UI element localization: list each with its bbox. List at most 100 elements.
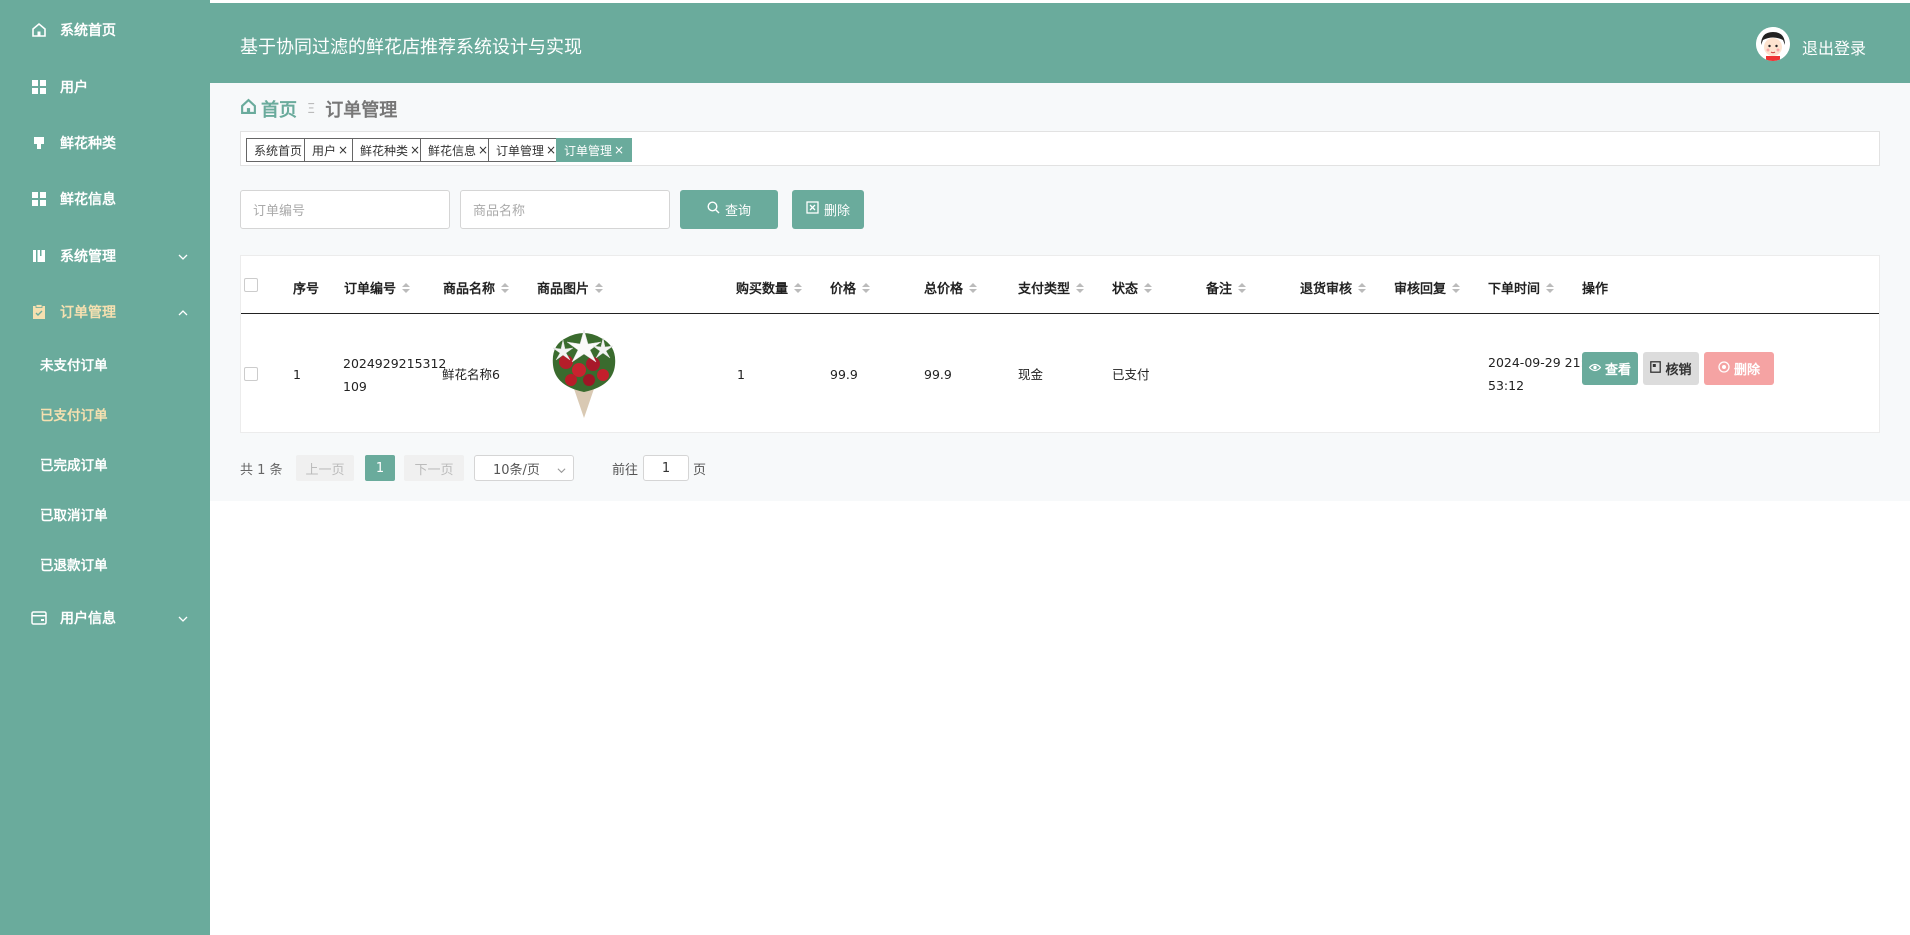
page-unit-label: 页	[693, 462, 707, 478]
sidebar-item-users[interactable]: 用户	[0, 67, 210, 107]
breadcrumb-home[interactable]: 首页	[240, 96, 297, 122]
query-button[interactable]: 查询	[680, 190, 778, 229]
tags-bar: 系统首页 用户 × 鲜花种类 × 鲜花信息 × 订单管理 × 订单管理 ×	[240, 131, 1880, 166]
chevron-down-icon	[178, 612, 188, 622]
sort-icon[interactable]	[1238, 282, 1247, 293]
chevron-up-icon	[178, 306, 188, 316]
tag-flower-category[interactable]: 鲜花种类 ×	[352, 138, 429, 162]
sort-icon[interactable]	[969, 282, 978, 293]
submenu-unpaid-orders[interactable]: 未支付订单	[0, 346, 210, 382]
chevron-down-icon	[557, 464, 566, 479]
column-header: 操作	[1582, 282, 1609, 297]
submenu-refunded-orders[interactable]: 已退款订单	[0, 546, 210, 582]
column-header[interactable]: 审核回复	[1394, 278, 1461, 297]
wallet-icon	[30, 609, 48, 627]
sort-icon[interactable]	[1076, 282, 1085, 293]
tag-order-management[interactable]: 订单管理 ×	[488, 138, 565, 162]
column-header[interactable]: 价格	[830, 278, 871, 297]
sidebar-item-user-info[interactable]: 用户信息	[0, 598, 210, 638]
tag-flower-info[interactable]: 鲜花信息 ×	[420, 138, 497, 162]
ticket-icon	[1650, 360, 1662, 377]
column-header[interactable]: 状态	[1112, 278, 1153, 297]
sort-icon[interactable]	[501, 282, 510, 293]
sidebar-item-home[interactable]: 系统首页	[0, 10, 210, 50]
close-icon[interactable]: ×	[410, 143, 420, 157]
grid-icon	[30, 190, 48, 208]
view-button[interactable]: 查看	[1582, 352, 1638, 385]
breadcrumb-separator: Ξ	[307, 101, 316, 117]
close-icon[interactable]: ×	[546, 143, 556, 157]
sort-icon[interactable]	[862, 282, 871, 293]
cell-price: 99.9	[830, 367, 858, 382]
row-checkbox[interactable]	[244, 367, 258, 381]
tag-order-management-active[interactable]: 订单管理 ×	[556, 138, 633, 162]
batch-delete-button[interactable]: 删除	[792, 190, 864, 229]
pagination-total: 共 1 条	[240, 462, 283, 478]
close-icon[interactable]: ×	[614, 143, 624, 157]
next-page-button[interactable]: 下一页	[404, 455, 464, 481]
home-icon	[30, 21, 48, 39]
sort-icon[interactable]	[402, 282, 411, 293]
cell-quantity: 1	[737, 367, 745, 382]
column-header[interactable]: 商品图片	[537, 278, 604, 297]
goto-page-input[interactable]: 1	[643, 455, 689, 481]
home-icon	[240, 98, 257, 120]
goto-label: 前往	[612, 462, 639, 478]
cell-index: 1	[293, 367, 301, 382]
sort-icon[interactable]	[1358, 282, 1367, 293]
breadcrumb: 首页 Ξ 订单管理	[240, 96, 397, 122]
delete-circle-icon	[1718, 360, 1730, 377]
column-header: 序号	[293, 282, 320, 297]
tag-home[interactable]: 系统首页	[246, 138, 311, 162]
close-icon[interactable]: ×	[338, 143, 348, 157]
submenu-cancelled-orders[interactable]: 已取消订单	[0, 496, 210, 532]
column-header[interactable]: 总价格	[924, 278, 978, 297]
grid-icon	[30, 78, 48, 96]
sidebar-item-order-management[interactable]: 订单管理	[0, 292, 210, 332]
avatar[interactable]	[1756, 27, 1790, 61]
chevron-down-icon	[178, 250, 188, 260]
column-header[interactable]: 下单时间	[1488, 278, 1555, 297]
sidebar-item-system-management[interactable]: 系统管理	[0, 236, 210, 276]
orders-table: 序号 订单编号 商品名称 商品图片 购买数量 价格 总价格 支付类型 状态 备注…	[240, 255, 1880, 433]
submenu-paid-orders[interactable]: 已支付订单	[0, 396, 210, 432]
select-all-checkbox[interactable]	[244, 278, 258, 292]
eye-icon	[1588, 361, 1602, 376]
sidebar-item-flower-info[interactable]: 鲜花信息	[0, 179, 210, 219]
order-number-input[interactable]: 订单编号	[240, 190, 450, 229]
product-name-input[interactable]: 商品名称	[460, 190, 670, 229]
delete-box-icon	[806, 201, 819, 218]
sort-icon[interactable]	[1452, 282, 1461, 293]
delete-button[interactable]: 删除	[1704, 352, 1774, 385]
column-header[interactable]: 支付类型	[1018, 278, 1085, 297]
submenu-completed-orders[interactable]: 已完成订单	[0, 446, 210, 482]
page-number-current[interactable]: 1	[365, 455, 395, 481]
column-header[interactable]: 订单编号	[344, 278, 411, 297]
status-badge: 已支付	[1112, 367, 1150, 382]
product-image	[541, 320, 627, 420]
sort-icon[interactable]	[794, 282, 803, 293]
sidebar: 系统首页 用户 鲜花种类 鲜花信息 系统管理 订单管理 未支付订单 已支付订单 …	[0, 0, 210, 935]
tag-users[interactable]: 用户 ×	[304, 138, 357, 162]
top-header: 基于协同过滤的鲜花店推荐系统设计与实现 退出登录	[210, 3, 1910, 83]
cell-total-price: 99.9	[924, 367, 952, 382]
page-size-select[interactable]: 10条/页	[474, 455, 574, 481]
flag-icon	[30, 134, 48, 152]
column-header[interactable]: 购买数量	[736, 278, 803, 297]
breadcrumb-current: 订单管理	[325, 100, 398, 121]
column-header[interactable]: 商品名称	[443, 278, 510, 297]
search-icon	[707, 201, 720, 218]
verify-button[interactable]: 核销	[1643, 352, 1699, 385]
column-header[interactable]: 退货审核	[1300, 278, 1367, 297]
sort-icon[interactable]	[595, 282, 604, 293]
prev-page-button[interactable]: 上一页	[296, 455, 354, 481]
close-icon[interactable]: ×	[478, 143, 488, 157]
sort-icon[interactable]	[1546, 282, 1555, 293]
column-header[interactable]: 备注	[1206, 278, 1247, 297]
cell-order-time: 2024-09-29 21: 53:12	[1488, 355, 1585, 393]
cell-product-name: 鲜花名称6	[442, 367, 500, 382]
cell-payment-type: 现金	[1018, 367, 1044, 382]
sort-icon[interactable]	[1144, 282, 1153, 293]
logout-button[interactable]: 退出登录	[1802, 35, 1866, 59]
sidebar-item-flower-category[interactable]: 鲜花种类	[0, 123, 210, 163]
